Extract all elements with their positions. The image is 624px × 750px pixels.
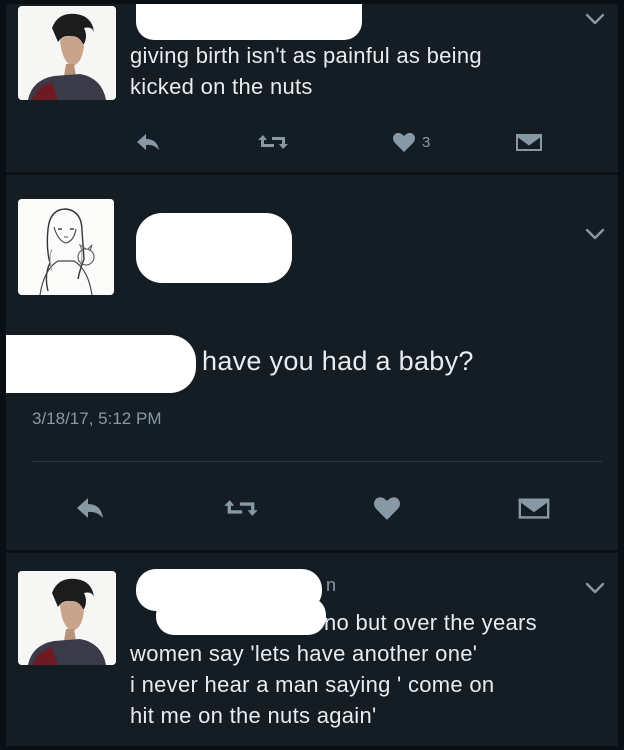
tweet[interactable]: have you had a baby? 3/18/17, 5:12 PM xyxy=(6,175,618,550)
tweet-actions xyxy=(6,488,618,528)
tweet-text-line: no but over the years xyxy=(324,610,537,635)
reply-button[interactable] xyxy=(74,488,106,528)
heart-icon xyxy=(374,497,400,520)
heart-icon xyxy=(393,132,415,152)
tweet[interactable]: n no but over the years women say 'lets … xyxy=(6,553,618,746)
chevron-down-icon[interactable] xyxy=(584,12,606,26)
tweet-text: giving birth isn't as painful as being k… xyxy=(130,40,482,102)
tweet-timestamp[interactable]: 3/18/17, 5:12 PM xyxy=(32,409,161,429)
envelope-icon xyxy=(516,134,542,151)
divider xyxy=(32,461,602,462)
dm-button[interactable] xyxy=(516,488,552,528)
tweet-text-line: i never hear a man saying ' come on xyxy=(130,672,495,697)
envelope-icon xyxy=(518,498,550,519)
dm-button[interactable] xyxy=(514,122,544,162)
tweet-text-line: giving birth isn't as painful as being xyxy=(130,43,482,68)
redacted-username xyxy=(136,213,292,283)
chevron-down-icon[interactable] xyxy=(584,227,606,241)
redacted-mention xyxy=(6,335,196,393)
timeline: giving birth isn't as painful as being k… xyxy=(6,4,618,746)
tweet-text-line: women say 'lets have another one' xyxy=(130,641,478,666)
avatar[interactable] xyxy=(18,199,114,295)
retweet-button[interactable] xyxy=(222,488,260,528)
redacted-username xyxy=(136,4,362,40)
tweet[interactable]: giving birth isn't as painful as being k… xyxy=(6,4,618,172)
reply-icon xyxy=(137,134,159,150)
tweet-text: have you had a baby? xyxy=(202,346,474,376)
avatar[interactable] xyxy=(18,571,116,665)
retweet-button[interactable] xyxy=(256,122,290,162)
retweet-icon xyxy=(224,500,258,516)
tweet-actions: 3 xyxy=(6,122,618,162)
like-button[interactable]: 3 xyxy=(392,122,430,162)
like-count: 3 xyxy=(422,133,431,151)
tweet-text-line: hit me on the nuts again' xyxy=(130,703,377,728)
tweet-text: no but over the years women say 'lets ha… xyxy=(130,607,610,731)
avatar[interactable] xyxy=(18,6,116,100)
chevron-down-icon[interactable] xyxy=(584,581,606,595)
reply-icon xyxy=(77,498,103,518)
tweet-text-line: kicked on the nuts xyxy=(130,74,313,99)
like-button[interactable] xyxy=(372,488,402,528)
name-fragment: n xyxy=(326,575,337,595)
retweet-icon xyxy=(258,135,288,149)
reply-button[interactable] xyxy=(134,122,162,162)
